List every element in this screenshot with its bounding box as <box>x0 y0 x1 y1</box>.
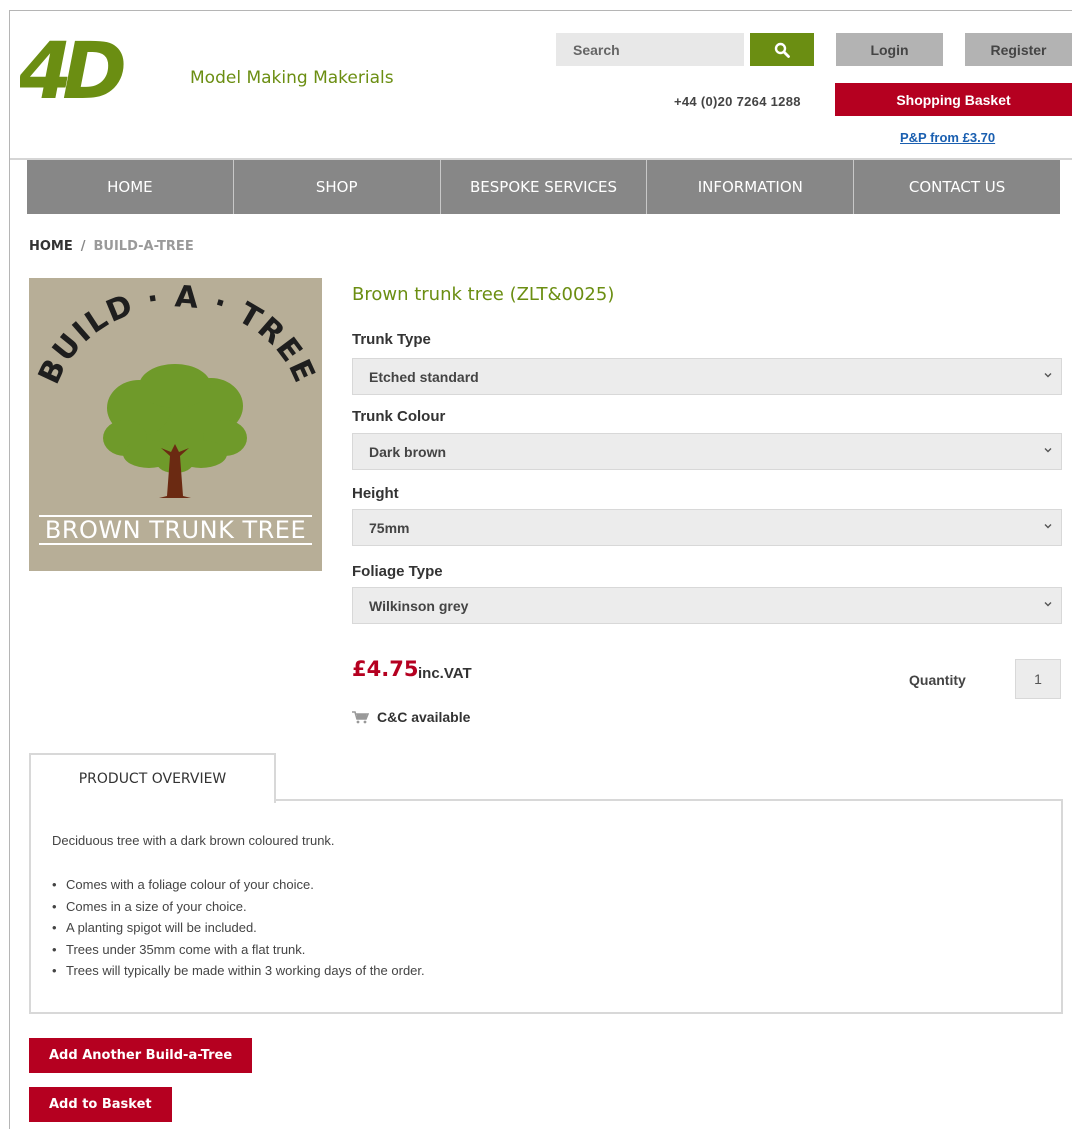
height-select[interactable]: 75mm <box>352 509 1062 546</box>
login-button[interactable]: Login <box>836 33 943 66</box>
foliage-type-value: Wilkinson grey <box>369 597 469 614</box>
breadcrumb-current: BUILD-A-TREE <box>93 239 194 254</box>
nav-shop[interactable]: SHOP <box>234 160 441 214</box>
foliage-type-select[interactable]: Wilkinson grey <box>352 587 1062 624</box>
add-to-basket-button[interactable]: Add to Basket <box>29 1087 172 1122</box>
product-title: Brown trunk tree (ZLT&0025) <box>352 284 615 305</box>
click-collect-text: C&C available <box>377 709 471 725</box>
chevron-down-icon <box>1044 373 1052 378</box>
main-nav: HOME SHOP BESPOKE SERVICES INFORMATION C… <box>27 160 1060 214</box>
trunk-colour-label: Trunk Colour <box>352 408 446 425</box>
cart-icon <box>352 710 369 723</box>
list-item: Trees will typically be made within 3 wo… <box>52 963 425 985</box>
logo-text: 4D <box>20 36 124 100</box>
chevron-down-icon <box>1044 524 1052 529</box>
breadcrumb: HOME / BUILD-A-TREE <box>29 239 194 254</box>
list-item: A planting spigot will be included. <box>52 920 425 942</box>
register-button[interactable]: Register <box>965 33 1072 66</box>
list-item: Comes with a foliage colour of your choi… <box>52 877 425 899</box>
nav-contact-us[interactable]: CONTACT US <box>854 160 1060 214</box>
price-suffix: inc.VAT <box>418 665 472 682</box>
logo-4d[interactable]: 4D <box>20 36 166 100</box>
trunk-type-select[interactable]: Etched standard <box>352 358 1062 395</box>
postage-link[interactable]: P&P from £3.70 <box>900 130 995 145</box>
image-label: BROWN TRUNK TREE <box>44 516 307 544</box>
trunk-colour-select[interactable]: Dark brown <box>352 433 1062 470</box>
quantity-label: Quantity <box>909 672 966 688</box>
search-input[interactable] <box>556 33 744 66</box>
trunk-type-value: Etched standard <box>369 368 479 385</box>
height-label: Height <box>352 485 399 502</box>
trunk-type-label: Trunk Type <box>352 331 431 348</box>
overview-description: Deciduous tree with a dark brown coloure… <box>52 833 335 848</box>
shopping-basket-button[interactable]: Shopping Basket <box>835 83 1072 116</box>
chevron-down-icon <box>1044 602 1052 607</box>
product-image: BUILD · A · TREE BROWN TRUNK TREE <box>29 278 322 571</box>
breadcrumb-separator: / <box>80 239 86 254</box>
nav-bespoke-services[interactable]: BESPOKE SERVICES <box>441 160 648 214</box>
nav-home[interactable]: HOME <box>27 160 234 214</box>
list-item: Comes in a size of your choice. <box>52 899 425 921</box>
overview-bullets: Comes with a foliage colour of your choi… <box>52 877 425 985</box>
trunk-colour-value: Dark brown <box>369 443 447 460</box>
nav-information[interactable]: INFORMATION <box>647 160 855 214</box>
phone-number: +44 (0)20 7264 1288 <box>674 94 801 109</box>
click-collect-info: C&C available <box>352 709 470 725</box>
quantity-input[interactable] <box>1015 659 1061 699</box>
search-icon <box>774 42 790 58</box>
tab-product-overview[interactable]: PRODUCT OVERVIEW <box>29 753 276 803</box>
add-another-tree-button[interactable]: Add Another Build-a-Tree <box>29 1038 253 1073</box>
tagline: Model Making Makerials <box>190 68 394 88</box>
chevron-down-icon <box>1044 448 1052 453</box>
breadcrumb-home[interactable]: HOME <box>29 239 73 254</box>
product-price: £4.75 <box>352 657 419 681</box>
search-button[interactable] <box>750 33 814 66</box>
list-item: Trees under 35mm come with a flat trunk. <box>52 942 425 964</box>
foliage-type-label: Foliage Type <box>352 563 443 580</box>
height-value: 75mm <box>369 519 410 536</box>
